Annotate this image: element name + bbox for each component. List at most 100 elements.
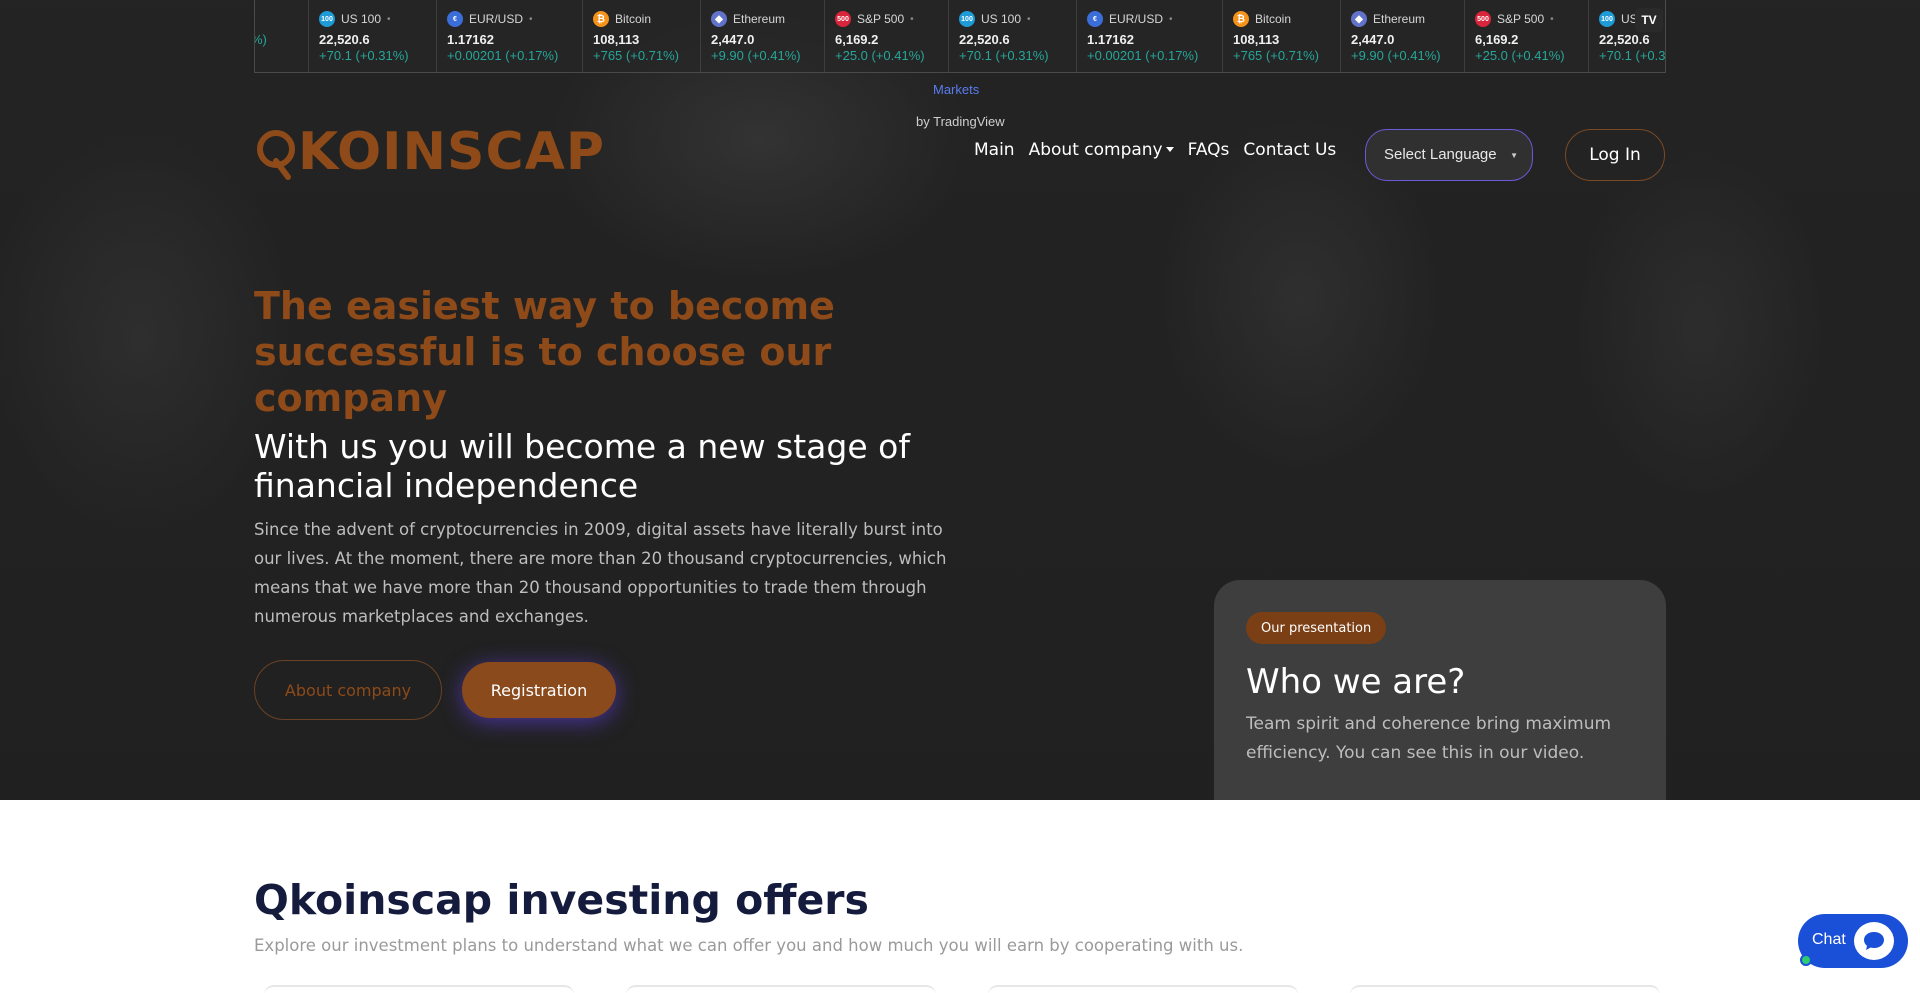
nav-about-company-dropdown[interactable]: About company (1029, 140, 1174, 160)
ticker-item[interactable]: 100 US 100 • 22,520.6+70.1 (+0.31%) (309, 0, 437, 72)
language-select[interactable]: Select Language ▼ (1365, 129, 1533, 181)
ticker-item[interactable]: 500 S&P 500 • 6,169.2 +25.0 (+0.41%) (1465, 0, 1589, 72)
market-status-dot: • (1550, 13, 1554, 25)
ticker-item-head: ₿ Bitcoin (1233, 10, 1340, 28)
ticker-value: 108,113 (593, 32, 640, 47)
ticker-value: 6,169.2 (1475, 32, 1519, 47)
markets-link[interactable]: Markets (933, 82, 979, 97)
ticker-symbol: EUR/USD (469, 12, 524, 26)
ticker-symbol: Ethereum (1373, 12, 1426, 26)
market-status-dot: • (387, 13, 391, 25)
eurusd-icon: € (1087, 11, 1103, 27)
main-nav: Main About company FAQs Contact Us (974, 140, 1350, 160)
nav-main[interactable]: Main (974, 140, 1015, 160)
chevron-down-icon: ▼ (1510, 151, 1518, 160)
ticker-change: %) (255, 32, 267, 47)
hero-title: The easiest way to become successful is … (254, 284, 835, 420)
site-logo[interactable]: KOINSCAP (254, 122, 605, 182)
ticker-item-head: • (254, 10, 308, 28)
ticker-value: 108,113 (1233, 32, 1280, 47)
ticker-symbol: S&P 500 (857, 12, 905, 26)
ticker-item-head: € EUR/USD • (447, 10, 582, 28)
ethereum-icon: ◆ (1351, 11, 1367, 27)
about-company-button[interactable]: About company (254, 660, 442, 720)
logo-text: KOINSCAP (298, 122, 605, 182)
ticker-value: 22,520.6 (1599, 32, 1650, 47)
ticker-symbol: EUR/USD (1109, 12, 1164, 26)
ticker-change: +25.0 (+0.41%) (1475, 48, 1565, 63)
ticker-change: +765 (+0.71%) (1233, 48, 1320, 63)
offers-subtitle: Explore our investment plans to understa… (254, 936, 1244, 955)
chevron-down-icon (1165, 147, 1174, 152)
tradingview-attribution: by TradingView (916, 114, 1005, 129)
ticker-item[interactable]: € EUR/USD • 1.17162 +0.00201 (+0.17%) (437, 0, 583, 72)
offers-title: Qkoinscap investing offers (254, 876, 869, 924)
ticker-item-head: € EUR/USD • (1087, 10, 1222, 28)
login-button[interactable]: Log In (1565, 129, 1665, 181)
ticker-item[interactable]: 100 US 100 • 22,520.6+70.1 (+0.31%) (949, 0, 1077, 72)
presentation-title: Who we are? (1246, 662, 1466, 702)
ticker-item[interactable]: •%) (254, 0, 309, 72)
ticker-value: 1.17162 (1087, 32, 1134, 47)
us100-icon: 100 (1599, 11, 1615, 27)
language-select-value: Select Language (1384, 146, 1497, 163)
chat-bubble-icon (1854, 922, 1894, 960)
chat-widget-button[interactable]: Chat (1798, 914, 1908, 968)
ticker-value: 6,169.2 (835, 32, 879, 47)
ticker-change: +70.1 (+0.31%) (1599, 48, 1666, 63)
market-status-dot: • (910, 13, 914, 25)
ticker-item[interactable]: € EUR/USD • 1.17162 +0.00201 (+0.17%) (1077, 0, 1223, 72)
hero-description: Since the advent of cryptocurrencies in … (254, 520, 947, 626)
ticker-item-head: ◆ Ethereum (1351, 10, 1464, 28)
ticker-change: +765 (+0.71%) (593, 48, 680, 63)
ticker-value: 22,520.6 (319, 32, 370, 47)
us100-icon: 100 (319, 11, 335, 27)
ticker-value: 2,447.0 (1351, 32, 1395, 47)
ticker-tape-widget[interactable]: •%)100US 100•22,520.6+70.1 (+0.31%)€EUR/… (254, 0, 1666, 73)
presentation-badge: Our presentation (1246, 612, 1387, 644)
ticker-item-head: 100 US 100 • (959, 10, 1076, 28)
nav-contact-us[interactable]: Contact Us (1243, 140, 1336, 160)
presentation-text: Team spirit and coherence bring maximum … (1246, 714, 1612, 763)
offer-card-edge (626, 985, 936, 993)
ticker-change: +9.90 (+0.41%) (1351, 48, 1441, 63)
market-status-dot: • (254, 14, 255, 25)
ticker-change: +0.00201 (+0.17%) (447, 48, 559, 63)
ticker-item-head: ₿ Bitcoin (593, 10, 700, 28)
nav-faqs[interactable]: FAQs (1188, 140, 1230, 160)
nav-about-label: About company (1028, 140, 1163, 160)
offer-card-edge (264, 985, 574, 993)
ticker-item[interactable]: ◆ Ethereum 2,447.0 +9.90 (+0.41%) (1341, 0, 1465, 72)
ticker-item-head: 100 US 100 • (319, 10, 436, 28)
ticker-symbol: US 100 (981, 12, 1022, 26)
ticker-symbol: Ethereum (733, 12, 786, 26)
ticker-symbol: S&P 500 (1497, 12, 1545, 26)
bitcoin-icon: ₿ (1233, 11, 1249, 27)
ticker-value: 22,520.6 (959, 32, 1010, 47)
ticker-item[interactable]: ₿ Bitcoin 108,113 +765 (+0.71%) (1223, 0, 1341, 72)
online-status-dot (1800, 954, 1812, 966)
ticker-track: •%)100US 100•22,520.6+70.1 (+0.31%)€EUR/… (254, 0, 1666, 72)
ticker-item[interactable]: ◆ Ethereum 2,447.0 +9.90 (+0.41%) (701, 0, 825, 72)
tradingview-logo-icon[interactable]: TV (1635, 8, 1663, 32)
ticker-change: +70.1 (+0.31%) (319, 48, 409, 63)
ethereum-icon: ◆ (711, 11, 727, 27)
chat-label: Chat (1812, 931, 1846, 948)
sp500-icon: 500 (1475, 11, 1491, 27)
registration-button[interactable]: Registration (462, 662, 616, 718)
sp500-icon: 500 (835, 11, 851, 27)
ticker-symbol: Bitcoin (1255, 12, 1292, 26)
market-status-dot: • (529, 13, 533, 25)
ticker-item[interactable]: 500 S&P 500 • 6,169.2 +25.0 (+0.41%) (825, 0, 949, 72)
offer-card-edge (988, 985, 1298, 993)
market-status-dot: • (1027, 13, 1031, 25)
ticker-change: +9.90 (+0.41%) (711, 48, 801, 63)
logo-q-icon (254, 125, 300, 180)
ticker-item-head: ◆ Ethereum (711, 10, 824, 28)
ticker-value: 2,447.0 (711, 32, 755, 47)
market-status-dot: • (1169, 13, 1173, 25)
ticker-item-head: 500 S&P 500 • (1475, 10, 1588, 28)
bitcoin-icon: ₿ (593, 11, 609, 27)
ticker-value: 1.17162 (447, 32, 494, 47)
ticker-item[interactable]: ₿ Bitcoin 108,113 +765 (+0.71%) (583, 0, 701, 72)
